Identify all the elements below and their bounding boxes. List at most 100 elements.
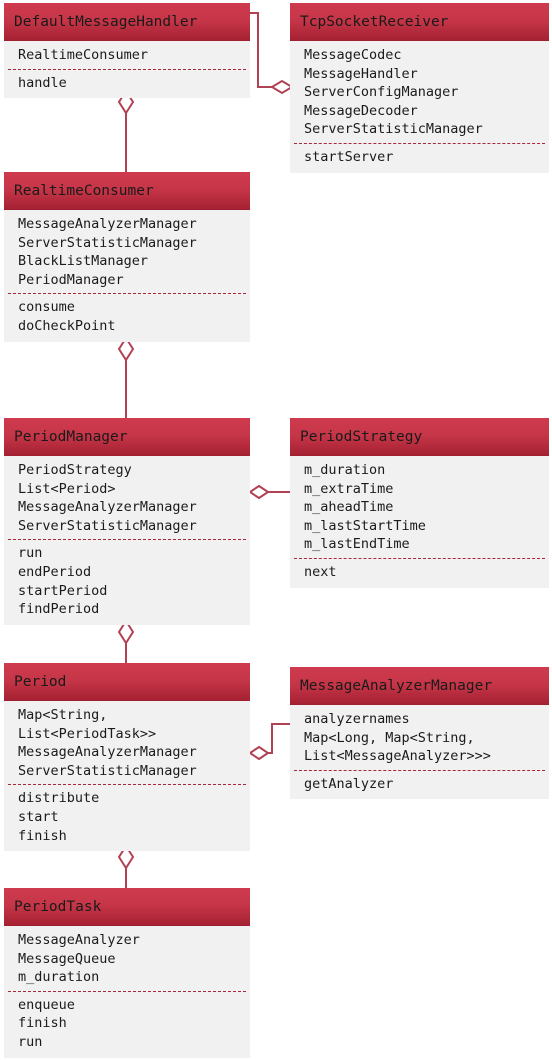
member-separator <box>8 990 246 992</box>
class-operation: findPeriod <box>18 601 100 618</box>
class-attribute: BlackListManager <box>18 253 149 270</box>
member-separator <box>294 557 545 559</box>
operation-list: run endPeriod startPeriod findPeriod <box>4 544 250 618</box>
class-attribute: Map<Long, Map<String, <box>304 729 475 746</box>
class-operation: start <box>18 808 59 825</box>
class-body-periodstrategy: m_duration m_extraTime m_aheadTime m_las… <box>290 456 549 588</box>
class-box-periodmanager[interactable]: PeriodManager PeriodStrategy List<Period… <box>4 418 250 625</box>
relationship-periodtask-period <box>117 844 135 888</box>
class-operation: handle <box>18 74 67 91</box>
attribute-list: analyzernames Map<Long, Map<String, List… <box>290 710 549 766</box>
class-operation: endPeriod <box>18 563 92 580</box>
class-attribute: PeriodStrategy <box>18 462 132 478</box>
class-operation: finish <box>18 827 67 844</box>
relationship-defaultmessagehandler-tcpsocketreceiver <box>250 12 294 95</box>
class-operation: startServer <box>304 148 394 165</box>
class-attribute: MessageAnalyzerManager <box>18 499 197 516</box>
class-attribute: m_lastEndTime <box>304 536 410 553</box>
operation-list: handle <box>4 74 250 93</box>
uml-class-diagram: DefaultMessageHandler RealtimeConsumer h… <box>0 0 552 1060</box>
class-operation: finish <box>18 1015 67 1032</box>
attribute-list: RealtimeConsumer <box>4 46 250 65</box>
class-attribute: MessageAnalyzer <box>18 932 140 948</box>
class-operation: consume <box>18 299 75 316</box>
relationship-periodstrategy-periodmanager <box>248 484 290 500</box>
class-attribute: MessageAnalyzerManager <box>18 216 197 232</box>
class-body-periodtask: MessageAnalyzer MessageQueue m_duration … <box>4 926 250 1058</box>
class-title-messageanalyzermanager: MessageAnalyzerManager <box>290 667 549 705</box>
class-operation: next <box>304 563 337 580</box>
class-attribute: PeriodManager <box>18 271 124 288</box>
class-attribute: Map<String, <box>18 707 108 723</box>
class-attribute: List<MessageAnalyzer>>> <box>304 748 491 765</box>
member-separator <box>8 293 246 295</box>
operation-list: consume doCheckPoint <box>4 298 250 335</box>
class-body-tcpsocketreceiver: MessageCodec MessageHandler ServerConfig… <box>290 41 549 173</box>
class-operation: startPeriod <box>18 582 108 599</box>
class-title-periodstrategy: PeriodStrategy <box>290 418 549 456</box>
class-attribute: analyzernames <box>304 711 410 727</box>
attribute-list: MessageAnalyzerManager ServerStatisticMa… <box>4 215 250 289</box>
class-attribute: MessageQueue <box>18 950 116 967</box>
attribute-list: MessageCodec MessageHandler ServerConfig… <box>290 46 549 139</box>
class-title-period: Period <box>4 663 250 701</box>
class-title-defaultmessagehandler: DefaultMessageHandler <box>4 3 250 41</box>
class-attribute: MessageCodec <box>304 47 402 63</box>
member-separator <box>8 539 246 541</box>
class-attribute: ServerStatisticManager <box>18 517 197 534</box>
class-operation: doCheckPoint <box>18 317 116 334</box>
attribute-list: PeriodStrategy List<Period> MessageAnaly… <box>4 461 250 535</box>
class-attribute: ServerStatisticManager <box>18 762 197 779</box>
class-title-periodmanager: PeriodManager <box>4 418 250 456</box>
class-attribute: m_duration <box>18 969 100 986</box>
class-attribute: List<Period> <box>18 480 116 497</box>
operation-list: distribute start finish <box>4 789 250 845</box>
member-separator <box>8 68 246 70</box>
class-box-messageanalyzermanager[interactable]: MessageAnalyzerManager analyzernames Map… <box>290 667 549 800</box>
class-operation: getAnalyzer <box>304 775 394 792</box>
member-separator <box>294 769 545 771</box>
class-operation: enqueue <box>18 996 75 1013</box>
class-title-tcpsocketreceiver: TcpSocketReceiver <box>290 3 549 41</box>
class-attribute: m_lastStartTime <box>304 517 426 534</box>
class-box-periodstrategy[interactable]: PeriodStrategy m_duration m_extraTime m_… <box>290 418 549 588</box>
class-attribute: ServerStatisticManager <box>304 121 483 138</box>
operation-list: enqueue finish run <box>4 996 250 1052</box>
class-box-tcpsocketreceiver[interactable]: TcpSocketReceiver MessageCodec MessageHa… <box>290 3 549 173</box>
class-operation: run <box>18 1033 43 1050</box>
attribute-list: Map<String, List<PeriodTask>> MessageAna… <box>4 706 250 780</box>
relationship-period-periodmanager <box>117 619 135 663</box>
member-separator <box>294 142 545 144</box>
class-attribute: MessageDecoder <box>304 102 418 119</box>
class-box-defaultmessagehandler[interactable]: DefaultMessageHandler RealtimeConsumer h… <box>4 3 250 99</box>
class-attribute: ServerStatisticManager <box>18 234 197 251</box>
class-body-realtimeconsumer: MessageAnalyzerManager ServerStatisticMa… <box>4 210 250 342</box>
relationship-periodmanager-realtimeconsumer <box>117 336 135 418</box>
class-attribute: MessageHandler <box>304 65 418 82</box>
class-operation: distribute <box>18 790 100 807</box>
class-body-defaultmessagehandler: RealtimeConsumer handle <box>4 41 250 99</box>
class-body-period: Map<String, List<PeriodTask>> MessageAna… <box>4 701 250 852</box>
class-attribute: MessageAnalyzerManager <box>18 744 197 761</box>
class-attribute: List<PeriodTask>> <box>18 725 157 742</box>
class-body-periodmanager: PeriodStrategy List<Period> MessageAnaly… <box>4 456 250 625</box>
class-box-realtimeconsumer[interactable]: RealtimeConsumer MessageAnalyzerManager … <box>4 172 250 342</box>
attribute-list: m_duration m_extraTime m_aheadTime m_las… <box>290 461 549 554</box>
attribute-list: MessageAnalyzer MessageQueue m_duration <box>4 931 250 987</box>
class-body-messageanalyzermanager: analyzernames Map<Long, Map<String, List… <box>290 705 549 800</box>
class-attribute: ServerConfigManager <box>304 84 459 101</box>
relationship-messageanalyzermanager-period <box>248 723 290 761</box>
operation-list: getAnalyzer <box>290 775 549 794</box>
member-separator <box>8 784 246 786</box>
class-box-periodtask[interactable]: PeriodTask MessageAnalyzer MessageQueue … <box>4 888 250 1058</box>
class-attribute: RealtimeConsumer <box>18 47 149 63</box>
class-title-realtimeconsumer: RealtimeConsumer <box>4 172 250 210</box>
class-attribute: m_duration <box>304 462 386 478</box>
class-attribute: m_extraTime <box>304 480 394 497</box>
class-box-period[interactable]: Period Map<String, List<PeriodTask>> Mes… <box>4 663 250 852</box>
class-operation: run <box>18 545 43 562</box>
relationship-realtimeconsumer-defaultmessagehandler <box>117 89 135 172</box>
class-attribute: m_aheadTime <box>304 499 394 516</box>
class-title-periodtask: PeriodTask <box>4 888 250 926</box>
operation-list: next <box>290 563 549 582</box>
